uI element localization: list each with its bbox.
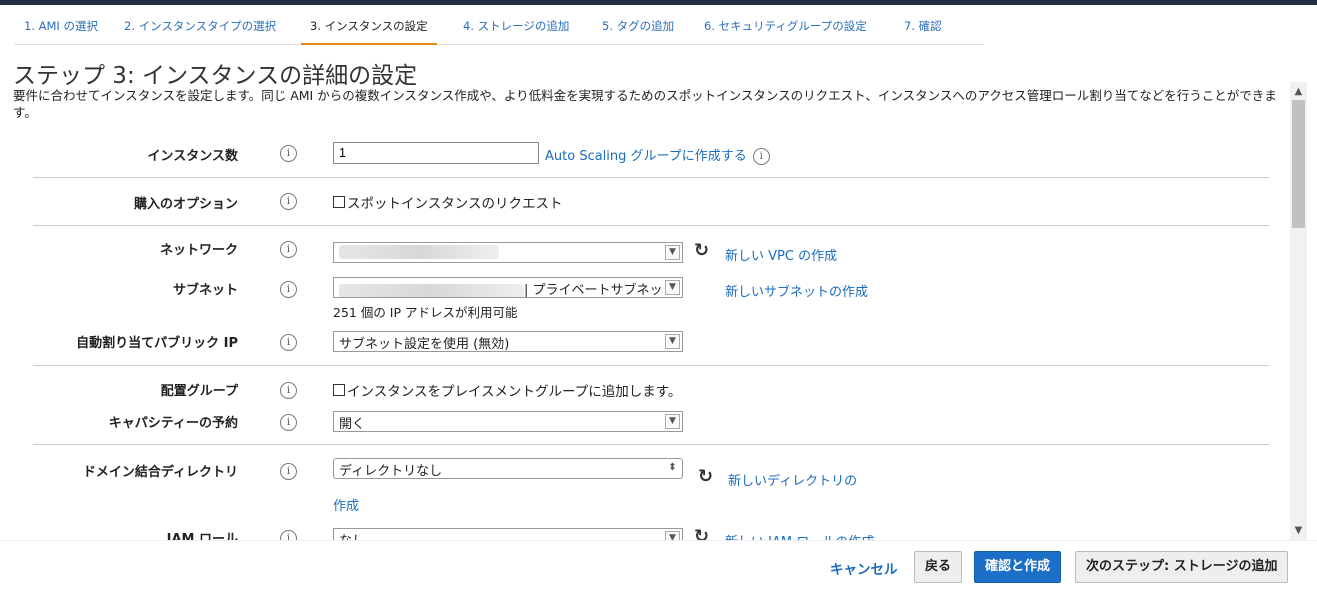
subnet-select[interactable]: | プライベートサブネッ ▼ — [333, 277, 683, 298]
redacted-value — [339, 244, 499, 259]
divider — [33, 177, 1269, 178]
instance-count-input[interactable] — [333, 142, 539, 164]
tab-storage[interactable]: 4. ストレージの追加 — [463, 18, 569, 45]
page-description: 要件に合わせてインスタンスを設定します。同じ AMI からの複数インスタンス作成… — [13, 88, 1277, 120]
info-icon[interactable]: i — [280, 281, 297, 298]
capacity-reservation-label: キャパシティーの予約 — [108, 416, 238, 431]
purchase-option-label: 購入のオプション — [133, 197, 238, 212]
info-icon[interactable]: i — [280, 463, 297, 480]
available-ip-note: 251 個の IP アドレスが利用可能 — [333, 305, 518, 320]
info-icon[interactable]: i — [280, 414, 297, 431]
info-icon[interactable]: i — [280, 530, 297, 540]
chevron-down-icon: ▼ — [665, 245, 680, 260]
info-icon[interactable]: i — [280, 382, 297, 399]
spot-request-label: スポットインスタンスのリクエスト — [347, 196, 563, 212]
next-storage-button[interactable]: 次のステップ: ストレージの追加 — [1075, 551, 1289, 583]
refresh-icon[interactable]: ↻ — [694, 240, 709, 261]
cancel-button[interactable]: キャンセル — [830, 558, 898, 578]
network-select[interactable]: ▼ — [333, 242, 683, 263]
top-bar — [0, 0, 1317, 5]
domain-directory-label: ドメイン結合ディレクトリ — [82, 465, 238, 480]
divider — [33, 365, 1269, 366]
info-icon[interactable]: i — [280, 193, 297, 210]
info-icon[interactable]: i — [280, 145, 297, 162]
placement-group-checkbox-label: インスタンスをプレイスメントグループに追加します。 — [347, 384, 682, 400]
form-area: インスタンス数 i Auto Scaling グループに作成する i 購入のオプシ… — [0, 132, 1290, 540]
scroll-up-icon[interactable]: ▲ — [1290, 84, 1307, 100]
refresh-icon[interactable]: ↻ — [698, 466, 713, 487]
info-icon[interactable]: i — [752, 148, 770, 165]
chevron-down-icon: ▼ — [665, 334, 680, 349]
iam-role-label: IAM ロール — [166, 532, 238, 540]
spot-request-checkbox[interactable] — [333, 196, 345, 208]
tab-security-group[interactable]: 6. セキュリティグループの設定 — [704, 18, 867, 45]
tab-ami[interactable]: 1. AMI の選択 — [24, 18, 98, 45]
placement-group-row[interactable]: インスタンスをプレイスメントグループに追加します。 — [333, 380, 681, 400]
chevron-down-icon: ▼ — [665, 414, 680, 429]
divider — [33, 444, 1269, 445]
chevron-down-icon: ▼ — [665, 280, 680, 295]
auto-public-ip-select[interactable]: サブネット設定を使用 (無効) ▼ — [333, 331, 683, 352]
create-iam-role-link[interactable]: 新しい IAM ロールの作成 — [725, 531, 874, 540]
instance-count-label: インスタンス数 — [147, 149, 238, 164]
divider — [33, 225, 1269, 226]
auto-scaling-link-wrap: Auto Scaling グループに作成する i — [545, 145, 770, 165]
placement-group-label: 配置グループ — [160, 384, 238, 399]
auto-public-ip-label: 自動割り当てパブリック IP — [76, 336, 238, 351]
tab-tags[interactable]: 5. タグの追加 — [602, 18, 674, 45]
scroll-down-icon[interactable]: ▼ — [1290, 523, 1307, 539]
scrollbar-thumb[interactable] — [1292, 100, 1305, 228]
domain-directory-value: ディレクトリなし — [339, 464, 443, 479]
wizard-tabs: 1. AMI の選択 2. インスタンスタイプの選択 3. インスタンスの設定 … — [14, 18, 984, 45]
back-button[interactable]: 戻る — [914, 551, 963, 583]
auto-scaling-link[interactable]: Auto Scaling グループに作成する — [545, 149, 747, 164]
subnet-value-suffix: | プライベートサブネッ — [524, 283, 663, 298]
capacity-reservation-value: 開く — [339, 417, 366, 432]
info-icon[interactable]: i — [280, 334, 297, 351]
tab-instance-type[interactable]: 2. インスタンスタイプの選択 — [124, 18, 276, 45]
page-title: ステップ 3: インスタンスの詳細の設定 — [13, 63, 418, 89]
create-subnet-link[interactable]: 新しいサブネットの作成 — [725, 281, 868, 300]
domain-directory-select[interactable]: ディレクトリなし ⬍ — [333, 458, 683, 479]
iam-role-select[interactable]: なし ▼ — [333, 528, 683, 540]
info-icon[interactable]: i — [280, 241, 297, 258]
sort-arrows-icon: ⬍ — [668, 462, 677, 473]
spot-request-row[interactable]: スポットインスタンスのリクエスト — [333, 192, 562, 212]
tab-review[interactable]: 7. 確認 — [904, 18, 942, 45]
review-and-launch-button[interactable]: 確認と作成 — [974, 551, 1062, 583]
create-directory-link[interactable]: 新しいディレクトリの — [728, 470, 857, 489]
auto-public-ip-value: サブネット設定を使用 (無効) — [339, 337, 510, 352]
create-directory-link-continued[interactable]: 作成 — [333, 495, 359, 514]
create-vpc-link[interactable]: 新しい VPC の作成 — [725, 245, 837, 264]
subnet-label: サブネット — [172, 283, 238, 298]
tab-configure-instance[interactable]: 3. インスタンスの設定 — [301, 18, 437, 45]
redacted-value — [339, 283, 524, 297]
capacity-reservation-select[interactable]: 開く ▼ — [333, 411, 683, 432]
placement-group-checkbox[interactable] — [333, 384, 345, 396]
refresh-icon[interactable]: ↻ — [694, 526, 709, 540]
chevron-down-icon: ▼ — [665, 531, 680, 540]
network-label: ネットワーク — [159, 243, 238, 258]
